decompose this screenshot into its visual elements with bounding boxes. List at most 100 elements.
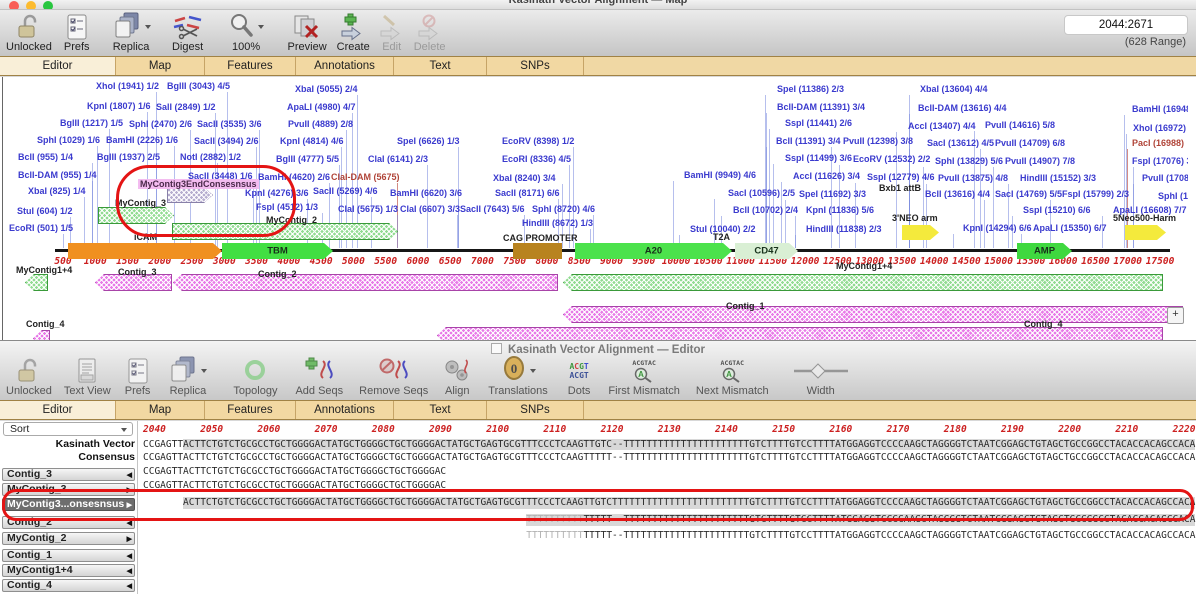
sequence-ruler-tick: 2130 [658,424,681,435]
restriction-site-label: SacI (14769) 5/5 [995,189,1062,199]
site-tick-line [909,200,910,248]
sequence-row-button-contig-2[interactable]: Contig_2◀ [2,516,135,529]
sequence-ruler-tick: 2170 [887,424,910,435]
align-gears-icon [442,356,472,386]
restriction-site-label: HindIII (15152) 3/3 [1020,173,1096,183]
tab-features[interactable]: Features [205,401,296,419]
unlocked-button[interactable]: Unlocked [6,12,52,53]
tab-map[interactable]: Map [116,401,205,419]
tab-snps[interactable]: SNPs [487,401,584,419]
feature-3neo-arm[interactable] [902,225,939,240]
replica-button[interactable]: Replica [112,12,151,53]
sequence-ruler-tick: 2100 [486,424,509,435]
contig-mycontig14[interactable] [563,274,1163,291]
feature-cd47[interactable]: CD47 [735,243,798,259]
tab-features[interactable]: Features [205,57,296,75]
restriction-site-label: BclI (13616) 4/4 [925,189,990,199]
add-row-button[interactable]: + [1167,307,1184,324]
restriction-site-label: SacII (7643) 5/6 [460,204,525,214]
map-window-title: Kasinath Vector Alignment — Map [0,0,1196,6]
editor-window-chrome: Kasinath Vector Alignment — Editor Unloc… [0,340,1196,400]
sort-dropdown[interactable]: Sort [3,422,133,436]
feature-icam[interactable] [68,243,222,259]
edit-button[interactable]: Edit [378,12,406,53]
topology-button[interactable]: Topology [233,356,277,397]
feature-cag-promoter[interactable] [513,243,562,259]
feature-amp[interactable]: AMP [1017,243,1072,259]
sequence-row-button-contig-3[interactable]: Contig_3◀ [2,468,135,481]
contig-mycontig3end[interactable] [167,187,213,203]
contig-mycontig3[interactable] [98,207,174,224]
map-text-label: 3'NEO arm [892,213,938,223]
tab-text[interactable]: Text [394,401,487,419]
editor-tab-bar: EditorMapFeaturesAnnotationsTextSNPs [0,400,1196,420]
sequence-text-contig-2: TTTTTTTTTTTTTTT--TTTTTTTTTTTTTTTTTTTTTTG… [526,514,1195,526]
translations-zero-icon: 0 [501,355,527,388]
restriction-site-label: FspI (15799) 2/3 [1062,189,1129,199]
width-slider[interactable]: Width [791,356,851,397]
restriction-site-label: KpnI (4814) 4/6 [280,136,344,146]
sequence-row-button-mycontig-3[interactable]: MyContig_3▶ [2,483,135,496]
add-seqs-button[interactable]: Add Seqs [295,356,343,397]
sequence-row-button-mycontig-2[interactable]: MyContig_2▶ [2,532,135,545]
map-ruler-tick: 5500 [374,256,397,267]
create-button[interactable]: Create [337,12,370,53]
map-text-label: Contig_4 [1024,319,1063,329]
contig-mycontig2[interactable] [172,223,398,240]
sequence-row-button-contig-4[interactable]: Contig_4◀ [2,579,135,592]
prefs-button[interactable]: Prefs [64,12,90,53]
tab-snps[interactable]: SNPs [487,57,584,75]
digest-scissors-icon [171,12,205,42]
arrow-left-icon: ◀ [127,566,132,577]
first-mismatch-button[interactable]: ACGTACA First Mismatch [608,356,680,397]
contig-contig1[interactable] [563,306,1183,323]
delete-button[interactable]: Delete [414,12,446,53]
map-tab-bar: EditorMapFeaturesAnnotationsTextSNPs [0,56,1196,76]
sequence-row-button-mycontig3-onsesnsus[interactable]: MyContig3...onsesnsus▶ [2,498,135,511]
restriction-site-label: BamHI (6620) 3/6 [390,188,462,198]
digest-button[interactable]: Digest [171,12,205,53]
translations-button[interactable]: 0 Translations [488,356,548,397]
feature-a20[interactable]: A20 [575,243,732,259]
sequence-ruler-tick: 2050 [200,424,223,435]
tab-editor[interactable]: Editor [0,57,116,75]
tab-annotations[interactable]: Annotations [296,401,394,419]
feature-tbm[interactable]: TBM [222,243,333,259]
contig-mycontig14-small[interactable] [25,274,48,291]
feature-5neo500-harm[interactable] [1125,225,1166,240]
contig-contig4-small[interactable] [33,330,50,340]
replica-button[interactable]: Replica [168,356,207,397]
dots-button[interactable]: ACGTACGT Dots [568,356,591,397]
unlocked-button[interactable]: Unlocked [6,356,52,397]
preview-button[interactable]: Preview [288,12,327,53]
lock-open-icon [16,12,42,42]
restriction-site-label: XbaI (825) 1/4 [28,186,86,196]
tab-annotations[interactable]: Annotations [296,57,394,75]
sequence-ruler-tick: 2080 [372,424,395,435]
map-view: XhoI (1941) 1/2BglII (3043) 4/5XbaI (505… [0,77,1196,340]
remove-seqs-button[interactable]: Remove Seqs [359,356,428,397]
map-canvas[interactable]: XhoI (1941) 1/2BglII (3043) 4/5XbaI (505… [8,77,1188,340]
text-view-button[interactable]: Text View [64,356,111,397]
sequence-text-consensus: CCGAGTTACTTCTGTCTGCGCCTGCTGGGGACTATGCTGG… [143,452,1195,464]
prefs-button[interactable]: Prefs [125,356,151,397]
tab-editor[interactable]: Editor [0,401,116,419]
map-text-label: MyContig_2 [266,215,317,225]
site-tick-line [63,234,64,248]
map-ruler-tick: 12000 [791,256,820,267]
contig-contig2[interactable] [173,274,558,291]
arrow-left-icon: ◀ [127,551,132,562]
sequence-row-button-mycontig1-4[interactable]: MyContig1+4◀ [2,564,135,577]
restriction-site-label: EcoRV (12532) 2/2 [853,154,930,164]
align-button[interactable]: Align [442,356,472,397]
restriction-site-label: SalI (2849) 1/2 [156,102,216,112]
next-mismatch-button[interactable]: ACGTACA Next Mismatch [696,356,769,397]
arrow-right-icon: ▶ [127,534,132,545]
restriction-site-label: XhoI (1941) 1/2 [96,81,159,91]
tab-text[interactable]: Text [394,57,487,75]
range-input[interactable]: 2044:2671 [1064,15,1188,35]
tab-map[interactable]: Map [116,57,205,75]
zoom-level-button[interactable]: 100% [229,12,264,53]
sequence-row-button-contig-1[interactable]: Contig_1◀ [2,549,135,562]
restriction-site-label: XbaI (13604) 4/4 [920,84,988,94]
